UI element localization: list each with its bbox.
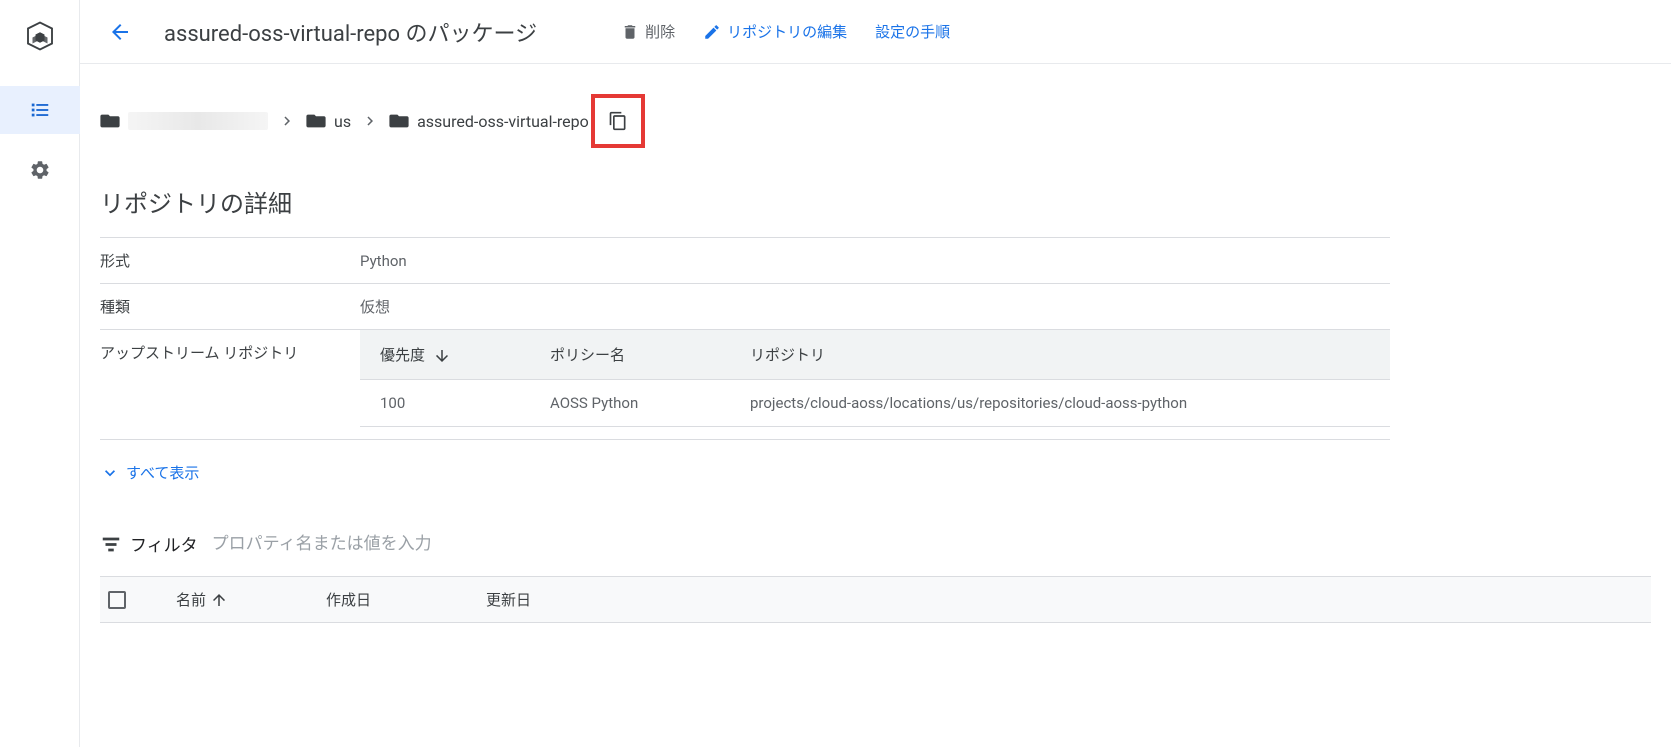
show-all-label: すべて表示 bbox=[126, 462, 199, 483]
edit-label: リポジトリの編集 bbox=[727, 21, 847, 42]
sidebar bbox=[0, 0, 80, 747]
copy-path-button[interactable] bbox=[591, 94, 645, 148]
show-all-button[interactable]: すべて表示 bbox=[100, 462, 1651, 483]
type-label: 種類 bbox=[100, 284, 360, 330]
filter-bar: フィルタ bbox=[100, 523, 1651, 564]
upstream-repo: projects/cloud-aoss/locations/us/reposit… bbox=[730, 380, 1390, 427]
setup-label: 設定の手順 bbox=[875, 21, 950, 42]
back-button[interactable] bbox=[100, 12, 140, 52]
filter-icon bbox=[100, 533, 122, 555]
name-column-label: 名前 bbox=[176, 589, 206, 610]
upstream-header-priority[interactable]: 優先度 bbox=[360, 330, 530, 380]
format-label: 形式 bbox=[100, 238, 360, 284]
created-column-label: 作成日 bbox=[326, 589, 371, 610]
arrow-down-icon bbox=[433, 346, 451, 364]
select-all-checkbox[interactable] bbox=[108, 591, 126, 609]
nav-list[interactable] bbox=[0, 86, 80, 134]
format-value: Python bbox=[360, 238, 1390, 284]
product-logo bbox=[18, 14, 62, 58]
updated-column-label: 更新日 bbox=[486, 589, 531, 610]
nav-settings[interactable] bbox=[16, 146, 64, 194]
arrow-up-icon bbox=[210, 591, 228, 609]
filter-input[interactable] bbox=[212, 534, 1651, 554]
filter-label-group: フィルタ bbox=[100, 531, 198, 556]
breadcrumb-project[interactable] bbox=[100, 112, 268, 130]
page-title: assured-oss-virtual-repo のパッケージ bbox=[164, 16, 537, 48]
delete-label: 削除 bbox=[645, 21, 675, 42]
updated-column-header[interactable]: 更新日 bbox=[486, 589, 531, 610]
details-section-title: リポジトリの詳細 bbox=[100, 184, 1651, 219]
upstream-priority: 100 bbox=[360, 380, 530, 427]
breadcrumb-location[interactable]: us bbox=[306, 112, 351, 131]
upstream-table: 優先度 ポリシー名 リポジトリ 100 AOSS Python proj bbox=[360, 330, 1390, 427]
main-content: assured-oss-virtual-repo のパッケージ 削除 リポジトリ… bbox=[80, 0, 1671, 747]
edit-button[interactable]: リポジトリの編集 bbox=[703, 21, 847, 42]
delete-button[interactable]: 削除 bbox=[621, 21, 675, 42]
chevron-right-icon bbox=[278, 112, 296, 130]
project-name-redacted bbox=[128, 112, 268, 130]
upstream-row: 100 AOSS Python projects/cloud-aoss/loca… bbox=[360, 380, 1390, 427]
package-table-header: 名前 作成日 更新日 bbox=[100, 576, 1651, 623]
upstream-policy: AOSS Python bbox=[530, 380, 730, 427]
header-actions: 削除 リポジトリの編集 設定の手順 bbox=[621, 21, 950, 42]
upstream-header-policy[interactable]: ポリシー名 bbox=[530, 330, 730, 380]
breadcrumb: us assured-oss-virtual-repo bbox=[100, 94, 1651, 148]
upstream-header-repo[interactable]: リポジトリ bbox=[730, 330, 1390, 380]
content-area: us assured-oss-virtual-repo リポジトリの詳細 形式 … bbox=[80, 64, 1671, 653]
priority-header-label: 優先度 bbox=[380, 346, 425, 364]
breadcrumb-repo-label: assured-oss-virtual-repo bbox=[417, 112, 589, 131]
filter-label-text: フィルタ bbox=[130, 531, 198, 556]
chevron-right-icon bbox=[361, 112, 379, 130]
upstream-label: アップストリーム リポジトリ bbox=[100, 330, 360, 428]
type-value: 仮想 bbox=[360, 284, 1390, 330]
breadcrumb-repo[interactable]: assured-oss-virtual-repo bbox=[389, 112, 589, 131]
name-column-header[interactable]: 名前 bbox=[176, 589, 286, 610]
breadcrumb-location-label: us bbox=[334, 112, 351, 131]
details-table: 形式 Python 種類 仮想 アップストリーム リポジトリ 優先度 bbox=[100, 237, 1390, 427]
created-column-header[interactable]: 作成日 bbox=[326, 589, 446, 610]
setup-button[interactable]: 設定の手順 bbox=[875, 21, 950, 42]
page-header: assured-oss-virtual-repo のパッケージ 削除 リポジトリ… bbox=[80, 0, 1671, 64]
